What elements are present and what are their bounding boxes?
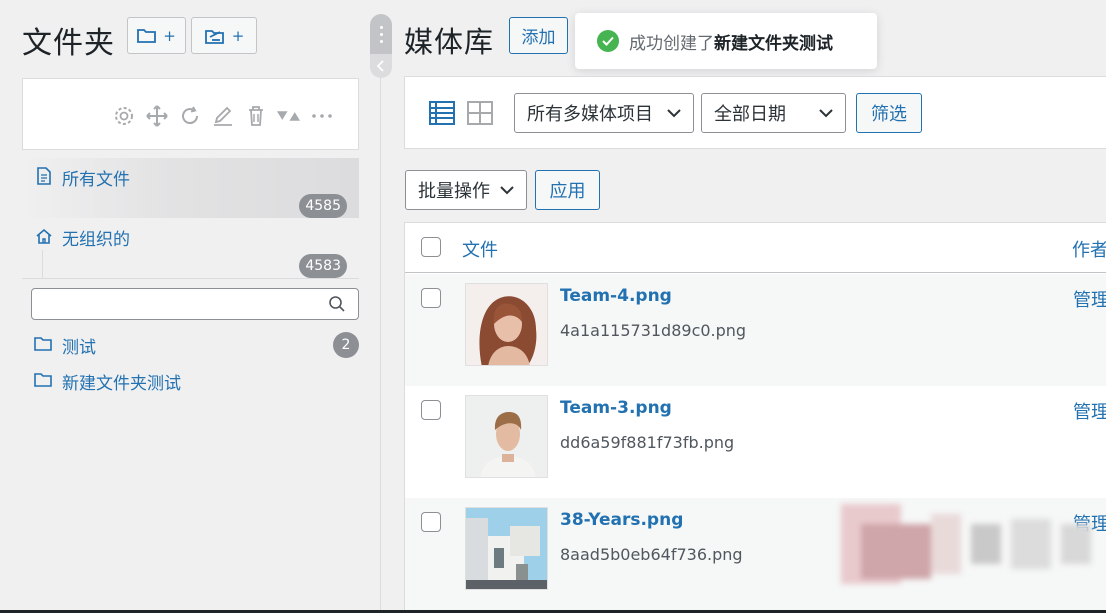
new-folder-button[interactable]: + [127, 17, 186, 54]
media-filename: 4a1a115731d89c0.png [560, 321, 747, 340]
media-title-link[interactable]: 38-Years.png [560, 510, 683, 530]
bulk-action-select[interactable]: 批量操作 [405, 170, 527, 210]
tree-item-unorganized[interactable]: 无组织的 4583 [22, 218, 359, 278]
toast-message: 成功创建了新建文件夹测试 [629, 29, 833, 54]
sort-icon[interactable] [276, 103, 301, 128]
panel-resize-handle[interactable] [370, 14, 392, 78]
media-type-select[interactable]: 所有多媒体项目 [514, 93, 694, 133]
column-header-author[interactable]: 作者 [1072, 236, 1106, 262]
media-filename: dd6a59f881f73fb.png [560, 433, 735, 452]
success-toast: 成功创建了新建文件夹测试 [575, 13, 877, 69]
table-row: Team-4.png 4a1a115731d89c0.png 管理 [405, 274, 1106, 386]
refresh-icon[interactable] [177, 103, 202, 128]
media-filename: 8aad5b0eb64f736.png [560, 545, 743, 564]
tree-item-label: 无组织的 [62, 230, 130, 250]
file-icon [37, 167, 51, 185]
divider [22, 278, 359, 279]
list-view-icon[interactable] [429, 101, 455, 125]
tree-item-all-files[interactable]: 所有文件 4585 [22, 158, 359, 218]
upload-folder-plus: + [231, 26, 245, 45]
drag-grip-icon[interactable] [370, 14, 392, 54]
more-icon[interactable] [309, 103, 334, 128]
folder-upload-icon [204, 29, 224, 44]
count-badge: 4585 [299, 194, 347, 218]
author-link[interactable]: 管理 [1073, 286, 1106, 312]
folder-label: 新建文件夹测试 [62, 374, 181, 394]
row-checkbox[interactable] [421, 512, 441, 532]
row-checkbox[interactable] [421, 400, 441, 420]
bulk-action-value: 批量操作 [418, 181, 490, 202]
page-title: 媒体库 [404, 25, 495, 59]
new-folder-plus: + [163, 26, 176, 45]
media-title-link[interactable]: Team-3.png [560, 398, 672, 418]
media-table: 文件 作者 Team-4.png 4a1a115731d89c0.png 管理 [404, 222, 1106, 613]
gear-icon[interactable] [111, 103, 136, 128]
tree-item-label: 所有文件 [62, 170, 130, 190]
media-filter-bar: 所有多媒体项目 全部日期 筛选 [404, 76, 1106, 149]
folder-search[interactable] [31, 288, 359, 320]
media-thumbnail[interactable] [465, 507, 548, 590]
chevron-down-icon [819, 109, 833, 118]
folder-panel: 文件夹 + + 所有文件 4585 无组织的 4583 测试 2 新建文件夹测试 [0, 0, 370, 613]
media-title-link[interactable]: Team-4.png [560, 286, 672, 306]
folder-icon [34, 337, 52, 351]
count-badge: 4583 [299, 254, 347, 278]
author-link[interactable]: 管理 [1073, 398, 1106, 424]
select-all-checkbox[interactable] [421, 237, 441, 257]
folder-label: 测试 [62, 338, 96, 358]
date-value: 全部日期 [714, 104, 786, 125]
media-thumbnail[interactable] [465, 395, 548, 478]
grid-view-icon[interactable] [467, 101, 493, 125]
home-icon [36, 228, 52, 244]
table-row: Team-3.png dd6a59f881f73fb.png 管理 [405, 386, 1106, 498]
chevron-down-icon [667, 109, 681, 118]
media-type-value: 所有多媒体项目 [527, 104, 653, 125]
media-thumbnail[interactable] [465, 283, 548, 366]
blurred-overlay [821, 504, 1106, 584]
filter-button[interactable]: 筛选 [856, 93, 922, 133]
apply-button[interactable]: 应用 [535, 170, 600, 210]
chevron-down-icon [500, 186, 514, 195]
row-checkbox[interactable] [421, 288, 441, 308]
search-icon [329, 296, 345, 312]
upload-folder-button[interactable]: + [191, 17, 257, 54]
folder-toolbar [22, 78, 359, 150]
date-select[interactable]: 全部日期 [701, 93, 846, 133]
folder-panel-title: 文件夹 [22, 26, 115, 61]
table-row: 38-Years.png 8aad5b0eb64f736.png 管理 [405, 498, 1106, 610]
count-badge: 2 [333, 332, 359, 358]
folder-item-test[interactable]: 测试 2 [34, 332, 359, 358]
move-icon[interactable] [144, 103, 169, 128]
add-media-button[interactable]: 添加 [509, 17, 568, 54]
toast-prefix: 成功创建了 [629, 33, 714, 54]
table-header: 文件 作者 [405, 223, 1106, 273]
panel-divider [380, 78, 381, 613]
toast-folder-name: 新建文件夹测试 [714, 33, 833, 54]
trash-icon[interactable] [243, 103, 268, 128]
column-header-file[interactable]: 文件 [462, 236, 498, 262]
folder-item-new-folder-test[interactable]: 新建文件夹测试 [34, 369, 359, 394]
folder-search-input[interactable] [40, 289, 320, 319]
collapse-chevron-icon[interactable] [370, 54, 392, 78]
folder-icon [34, 373, 52, 387]
check-icon [597, 30, 619, 52]
folder-plus-icon [137, 28, 157, 43]
edit-icon[interactable] [210, 103, 235, 128]
